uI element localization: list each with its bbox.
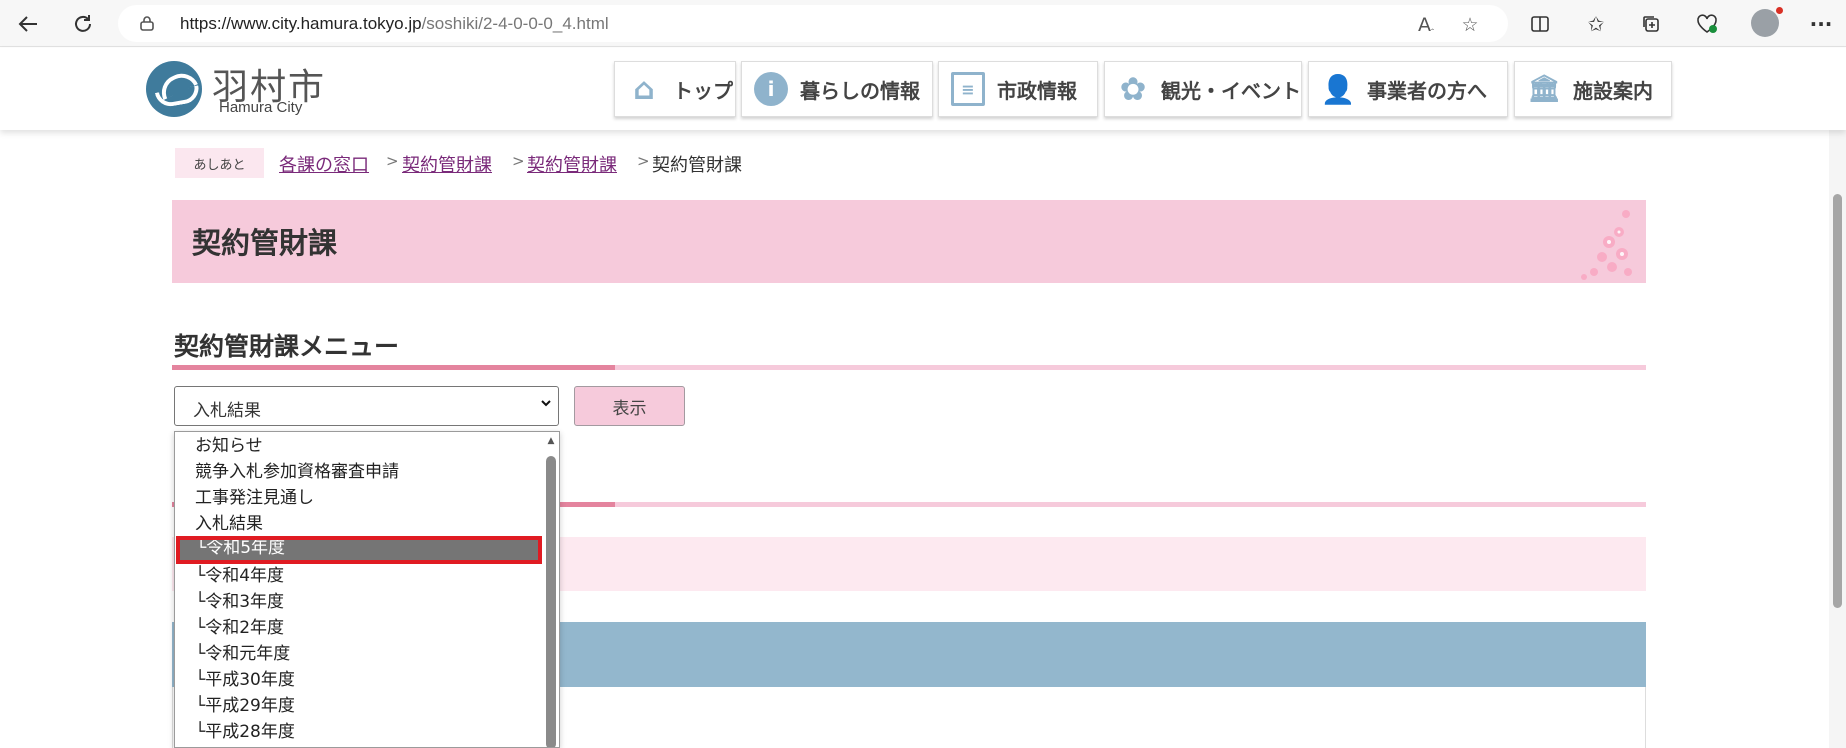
nav-label: 暮らしの情報 <box>800 78 920 103</box>
nav-city-info[interactable]: ≡ 市政情報 <box>938 61 1098 117</box>
browser-essentials-icon[interactable] <box>1692 9 1722 39</box>
nav-label: 市政情報 <box>997 78 1077 103</box>
nav-label: 観光・イベント <box>1161 78 1301 103</box>
home-icon: ⌂ <box>633 71 655 107</box>
page-scrollbar[interactable] <box>1829 130 1846 748</box>
breadcrumb-current: 契約管財課 <box>652 155 742 176</box>
dropdown-option[interactable]: 競争入札参加資格審査申請 <box>175 460 544 486</box>
collections-icon[interactable] <box>1636 9 1666 39</box>
nav-label: 事業者の方へ <box>1367 78 1487 103</box>
page-title-banner: 契約管財課 <box>172 200 1646 283</box>
nav-label: トップ <box>673 78 733 103</box>
logo-subtext: Hamura City <box>219 99 303 116</box>
newspaper-icon: ≡ <box>951 72 985 106</box>
page-scroll-thumb[interactable] <box>1833 194 1842 608</box>
dropdown-option[interactable]: 工事発注見通し <box>175 486 544 512</box>
nav-facilities[interactable]: 🏛 施設案内 <box>1514 61 1672 117</box>
dropdown-option[interactable]: └令和3年度 <box>175 590 544 616</box>
nav-top[interactable]: ⌂ トップ <box>614 61 736 117</box>
back-arrow-icon[interactable] <box>12 8 44 40</box>
dropdown-option-selected[interactable]: └令和5年度 <box>176 536 542 564</box>
favorites-icon[interactable]: ✩ <box>1581 9 1611 39</box>
browser-toolbar: https://www.city.hamura.tokyo.jp/soshiki… <box>0 0 1846 47</box>
breadcrumb-link-3[interactable]: 契約管財課 <box>527 151 617 177</box>
dropdown-option[interactable]: 入札結果 <box>175 512 544 538</box>
dropdown-option[interactable]: └令和元年度 <box>175 642 544 668</box>
dropdown-option[interactable]: └平成30年度 <box>175 668 544 694</box>
refresh-icon[interactable] <box>67 8 99 40</box>
nav-living[interactable]: i 暮らしの情報 <box>741 61 933 117</box>
address-bar[interactable]: https://www.city.hamura.tokyo.jp/soshiki… <box>118 5 1508 42</box>
breadcrumb-separator: > <box>512 152 525 170</box>
flower-icon: ✿ <box>1119 70 1147 108</box>
breadcrumb-link-1[interactable]: 各課の窓口 <box>279 151 369 177</box>
select-value: 入札結果 <box>193 401 261 421</box>
building-icon: 🏛 <box>1527 74 1561 104</box>
read-aloud-icon[interactable]: Aꞈ <box>1414 13 1438 37</box>
heading-underline <box>172 365 1646 370</box>
dropdown-option[interactable]: お知らせ <box>175 434 544 460</box>
profile-avatar[interactable] <box>1751 7 1783 37</box>
breadcrumb-tag: あしあと <box>175 148 264 178</box>
chevron-down-icon <box>540 397 552 413</box>
nav-tourism[interactable]: ✿ 観光・イベント <box>1104 61 1302 117</box>
dropdown-option[interactable]: └令和2年度 <box>175 616 544 642</box>
dropdown-option[interactable]: └平成28年度 <box>175 720 544 746</box>
favorite-star-icon[interactable]: ☆ <box>1458 13 1482 37</box>
dropdown-option[interactable]: └平成29年度 <box>175 694 544 720</box>
dropdown-scroll-thumb[interactable] <box>546 456 556 747</box>
site-header: 羽村市 Hamura City ⌂ トップ i 暮らしの情報 ≡ 市政情報 ✿ … <box>0 48 1846 130</box>
lock-icon <box>140 16 154 31</box>
select-dropdown-list[interactable]: お知らせ 競争入札参加資格審査申請 工事発注見通し 入札結果 └令和5年度 └令… <box>174 431 560 748</box>
menu-heading: 契約管財課メニュー <box>174 332 400 361</box>
page-title: 契約管財課 <box>192 226 338 260</box>
split-screen-icon[interactable] <box>1525 9 1555 39</box>
breadcrumb-separator: > <box>386 152 399 170</box>
businessman-icon: 👤 <box>1320 72 1356 106</box>
url-text[interactable]: https://www.city.hamura.tokyo.jp/soshiki… <box>180 14 609 34</box>
nav-label: 施設案内 <box>1573 78 1653 103</box>
dropdown-option[interactable]: └令和4年度 <box>175 564 544 590</box>
sakura-decoration-icon <box>1581 210 1632 280</box>
menu-select[interactable]: 入札結果 <box>174 386 559 426</box>
more-menu-icon[interactable]: ··· <box>1806 9 1836 39</box>
breadcrumb-separator: > <box>637 152 650 170</box>
breadcrumb-link-2[interactable]: 契約管財課 <box>402 151 492 177</box>
scroll-up-arrow-icon[interactable]: ▲ <box>546 436 556 446</box>
show-button[interactable]: 表示 <box>574 386 685 426</box>
nav-business[interactable]: 👤 事業者の方へ <box>1308 61 1508 117</box>
info-icon: i <box>754 72 788 106</box>
city-logo-icon[interactable] <box>146 61 202 117</box>
dropdown-scrollbar[interactable]: ▲ <box>545 432 557 747</box>
